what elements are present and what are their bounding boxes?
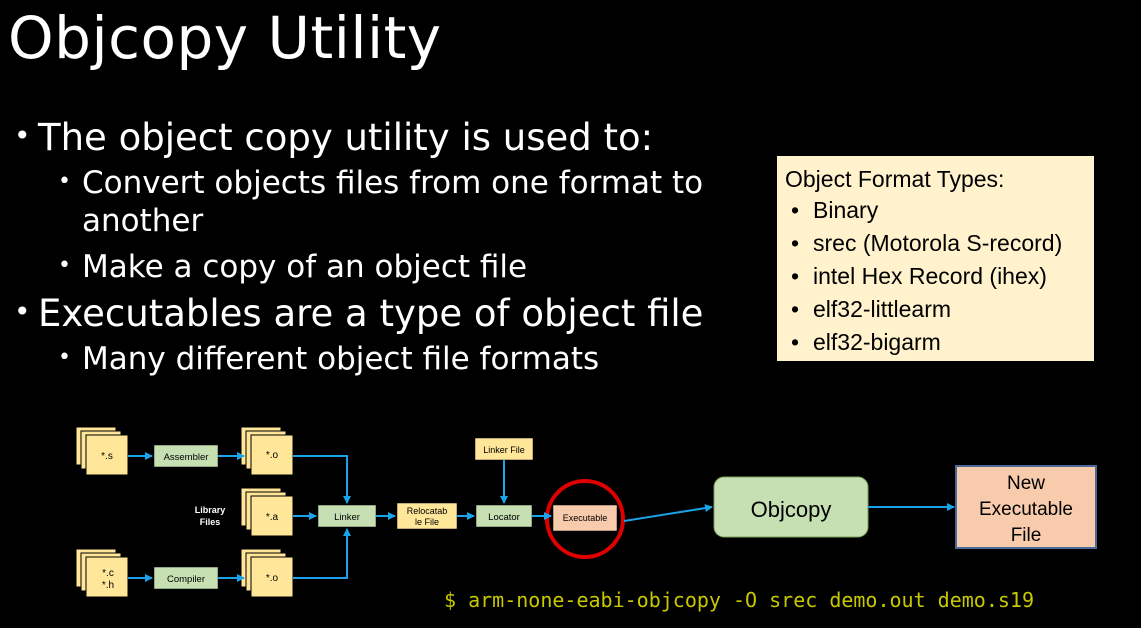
source-s-files: *.s (75, 426, 129, 476)
locator-label: Locator (488, 512, 520, 523)
arrow-executable-to-objcopy (623, 504, 713, 522)
objcopy-label: Objcopy (751, 497, 832, 522)
library-a-files: *.a (240, 487, 294, 537)
linker-file-label: Linker File (483, 445, 525, 455)
build-flow-diagram: *.s *.c *.h Assembler Compiler *.o *.a *… (75, 426, 1097, 598)
library-files-label-2: Files (200, 517, 221, 527)
file-h-label: *.h (102, 580, 114, 591)
relocatable-label-2: le File (415, 517, 439, 527)
compiler-label: Compiler (167, 574, 205, 585)
executable-label: Executable (563, 513, 608, 523)
arrow-o1-to-linker (293, 455, 351, 504)
assembler-label: Assembler (164, 452, 209, 463)
file-o2-label: *.o (266, 573, 279, 584)
object-o-files-1: *.o (240, 426, 294, 476)
relocatable-label-1: Relocatab (407, 506, 448, 516)
objcopy-command: $ arm-none-eabi-objcopy -O srec demo.out… (444, 588, 1035, 612)
new-exec-label-1: New (1007, 473, 1045, 494)
file-a-label: *.a (266, 512, 279, 523)
file-s-label: *.s (101, 451, 113, 462)
file-c-label: *.c (102, 568, 114, 579)
linker-label: Linker (334, 512, 360, 523)
new-exec-label-2: Executable (979, 499, 1073, 520)
arrow-o2-to-linker (293, 528, 351, 579)
source-c-h-files: *.c *.h (75, 548, 129, 598)
new-exec-label-3: File (1011, 525, 1042, 546)
file-o1-label: *.o (266, 450, 279, 461)
object-o-files-2: *.o (240, 548, 294, 598)
library-files-label-1: Library (195, 505, 226, 515)
